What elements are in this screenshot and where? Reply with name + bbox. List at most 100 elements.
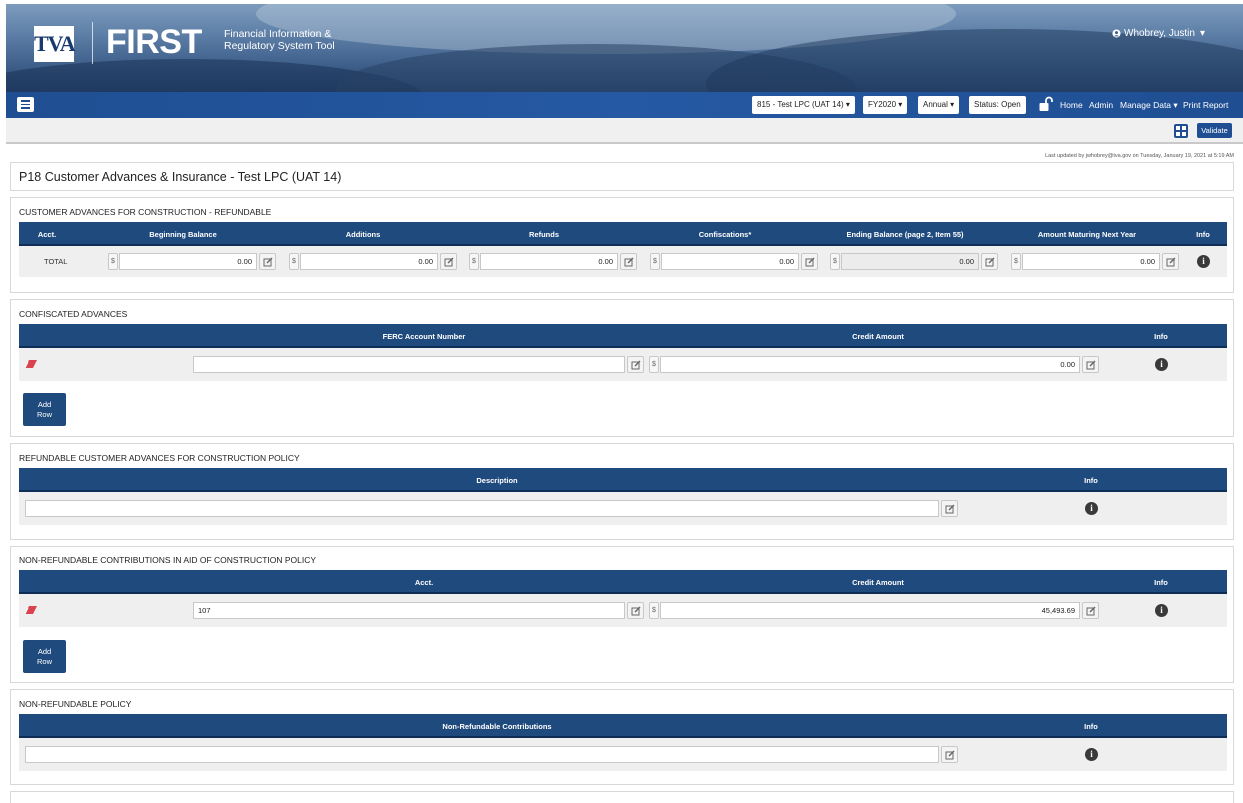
ferc-account-input[interactable]	[193, 356, 625, 373]
col-header: Confiscations*	[698, 230, 752, 239]
section-title: CUSTOMER ADVANCES FOR CONSTRUCTION - REF…	[19, 207, 272, 217]
col-header: Info	[1084, 722, 1098, 731]
pencil-square-icon[interactable]	[941, 746, 958, 763]
next-section-edge	[10, 791, 1234, 803]
page-title: P18 Customer Advances & Insurance - Test…	[19, 170, 342, 184]
info-icon[interactable]: i	[1085, 502, 1098, 515]
pencil-square-icon[interactable]	[981, 253, 998, 270]
user-caret-icon: ▾	[1199, 28, 1205, 39]
logo-subtitle-line1: Financial Information &	[224, 28, 332, 40]
nav-admin-link[interactable]: Admin	[1089, 100, 1113, 110]
hamburger-menu-icon[interactable]	[17, 97, 34, 112]
info-icon[interactable]: i	[1155, 604, 1168, 617]
nav-manage-data-link[interactable]: Manage Data ▾	[1120, 100, 1178, 111]
col-header: Credit Amount	[852, 332, 904, 341]
add-row-button[interactable]: Add Row	[23, 640, 66, 673]
user-name: Whobrey, Justin	[1124, 28, 1195, 39]
currency-addon: $	[469, 253, 479, 270]
section-title: NON-REFUNDABLE CONTRIBUTIONS IN AID OF C…	[19, 555, 317, 565]
confiscations-input[interactable]: 0.00	[661, 253, 799, 270]
table-header: Non-Refundable Contributions Info	[19, 714, 1227, 738]
nonrefundable-contributions-section: NON-REFUNDABLE CONTRIBUTIONS IN AID OF C…	[10, 546, 1234, 683]
additions-input[interactable]: 0.00	[300, 253, 438, 270]
add-row-label: Add	[37, 647, 52, 656]
info-icon[interactable]: i	[1197, 255, 1210, 268]
main-navbar: 815 - Test LPC (UAT 14) ▾ FY2020 ▾ Annua…	[6, 92, 1243, 118]
pencil-square-icon[interactable]	[1082, 602, 1099, 619]
eraser-icon[interactable]	[25, 606, 37, 614]
tva-logo[interactable]: TVA	[34, 26, 76, 62]
row-label-total: TOTAL	[44, 257, 68, 266]
currency-addon: $	[830, 253, 840, 270]
nonrefundable-contributions-input[interactable]	[25, 746, 939, 763]
nav-home-link[interactable]: Home	[1060, 100, 1083, 110]
pencil-square-icon[interactable]	[259, 253, 276, 270]
table-row: i	[19, 492, 1227, 525]
col-header: Description	[476, 476, 518, 485]
page-toolbar: Validate	[6, 118, 1243, 144]
col-header: Additions	[345, 230, 381, 239]
refunds-input[interactable]: 0.00	[480, 253, 618, 270]
currency-addon: $	[1011, 253, 1021, 270]
entity-select[interactable]: 815 - Test LPC (UAT 14) ▾	[752, 96, 855, 114]
currency-addon: $	[649, 356, 659, 373]
year-select[interactable]: FY2020 ▾	[863, 96, 908, 114]
user-circle-icon	[1112, 29, 1121, 38]
credit-amount-input[interactable]: 0.00	[660, 356, 1080, 373]
logo-divider	[92, 22, 93, 64]
nonrefundable-policy-section: NON-REFUNDABLE POLICY Non-Refundable Con…	[10, 689, 1234, 785]
col-header: FERC Account Number	[382, 332, 466, 341]
first-logo[interactable]: FIRST	[106, 23, 202, 62]
currency-addon: $	[649, 602, 659, 619]
validate-button[interactable]: Validate	[1197, 123, 1232, 138]
table-header: FERC Account Number Credit Amount Info	[19, 324, 1227, 348]
pencil-square-icon[interactable]	[627, 356, 644, 373]
col-header: Info	[1154, 332, 1168, 341]
amount-maturing-input[interactable]: 0.00	[1022, 253, 1160, 270]
col-header: Non-Refundable Contributions	[442, 722, 552, 731]
header-banner: TVA FIRST Financial Information & Regula…	[6, 4, 1243, 92]
pencil-square-icon[interactable]	[627, 602, 644, 619]
add-row-label: Row	[36, 410, 52, 419]
status-badge[interactable]: Status: Open	[969, 96, 1026, 114]
acct-input[interactable]: 107	[193, 602, 625, 619]
info-icon[interactable]: i	[1155, 358, 1168, 371]
pencil-square-icon[interactable]	[1082, 356, 1099, 373]
nav-print-report-link[interactable]: Print Report	[1183, 100, 1228, 110]
table-header: Acct. Beginning Balance Additions Refund…	[19, 222, 1227, 246]
user-menu[interactable]: Whobrey, Justin ▾	[1112, 28, 1205, 39]
table-row: i	[19, 738, 1227, 771]
section-title: CONFISCATED ADVANCES	[19, 309, 128, 319]
unlocked-padlock-icon[interactable]	[1038, 96, 1054, 112]
col-header: Beginning Balance	[149, 230, 217, 239]
pencil-square-icon[interactable]	[440, 253, 457, 270]
section-title: NON-REFUNDABLE POLICY	[19, 699, 132, 709]
refundable-policy-section: REFUNDABLE CUSTOMER ADVANCES FOR CONSTRU…	[10, 443, 1234, 540]
policy-description-input[interactable]	[25, 500, 939, 517]
pencil-square-icon[interactable]	[1162, 253, 1179, 270]
pencil-square-icon[interactable]	[620, 253, 637, 270]
last-updated-text: Last updated by jwhobrey@tva.gov on Tues…	[1045, 153, 1234, 159]
info-icon[interactable]: i	[1085, 748, 1098, 761]
add-row-label: Add	[37, 400, 52, 409]
grid-view-icon[interactable]	[1174, 124, 1188, 138]
logo-subtitle-line2: Regulatory System Tool	[224, 40, 335, 52]
eraser-icon[interactable]	[25, 360, 37, 368]
currency-addon: $	[650, 253, 660, 270]
add-row-button[interactable]: Add Row	[23, 393, 66, 426]
col-header: Info	[1196, 230, 1210, 239]
pencil-square-icon[interactable]	[801, 253, 818, 270]
ending-balance-input: 0.00	[841, 253, 979, 270]
section-title: REFUNDABLE CUSTOMER ADVANCES FOR CONSTRU…	[19, 453, 300, 463]
beginning-balance-input[interactable]: 0.00	[119, 253, 257, 270]
col-header: Ending Balance (page 2, Item 55)	[846, 230, 964, 239]
add-row-label: Row	[36, 657, 52, 666]
page-title-panel: P18 Customer Advances & Insurance - Test…	[10, 162, 1234, 191]
table-row: 107 $ 45,493.69 i	[19, 594, 1227, 627]
period-select[interactable]: Annual ▾	[918, 96, 960, 114]
currency-addon: $	[289, 253, 299, 270]
col-header: Credit Amount	[852, 578, 904, 587]
table-row: $ 0.00 i	[19, 348, 1227, 381]
pencil-square-icon[interactable]	[941, 500, 958, 517]
credit-amount-input[interactable]: 45,493.69	[660, 602, 1080, 619]
